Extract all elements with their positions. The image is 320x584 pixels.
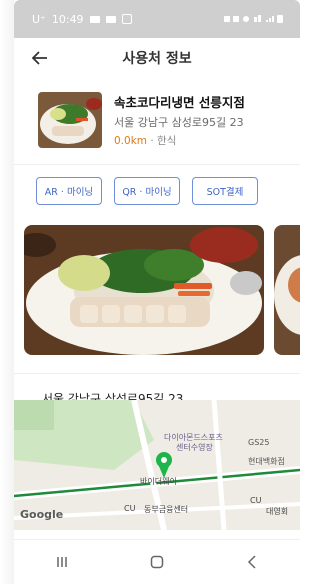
time-label: 10:49 [51,12,84,26]
sot-payment-button[interactable]: SOT결제 [192,177,258,205]
status-bar: U⁺ 10:49 [14,0,300,38]
page-title: 사용처 정보 [122,51,192,67]
arrow-left-icon [32,51,47,65]
app-bar: 사용처 정보 [14,38,300,78]
store-meta: 0.0km · 한식 [114,133,245,148]
map-label: CU [124,504,136,513]
map-label: CU [250,496,262,505]
map-label: 현대백화점 [248,457,285,466]
map-label: 대영회 [266,507,289,516]
store-address: 서울 강남구 삼성로95길 23 [114,116,244,129]
food-photo [24,225,264,355]
recents-button[interactable] [42,547,82,577]
home-button[interactable] [137,547,177,577]
notification-icon [121,14,132,24]
photo-carousel[interactable] [14,205,300,355]
signal-battery-icons [224,15,283,23]
map-label: 동부금융센터 [144,505,189,514]
google-logo: Google [20,508,64,521]
map-view[interactable]: 다이아몬드스포츠 센터수영장 GS25 현대백화점 바이더웨이 CU 동부금융센… [14,400,300,530]
store-category: 한식 [157,135,177,147]
qr-mining-button[interactable]: QR · 마이닝 [114,177,180,205]
food-photo-next [274,225,300,355]
chevron-left-icon [248,555,256,569]
store-name: 속초코다리냉면 선릉지점 [114,95,245,110]
video-icon [105,15,116,23]
store-card[interactable]: 속초코다리냉면 선릉지점 서울 강남구 삼성로95길 23 0.0km · 한식 [14,78,300,158]
phone-screen: U⁺ 10:49 사용처 정보 속초코다리냉면 선릉지점 서울 강남구 삼성로9… [14,0,300,584]
back-nav-button[interactable] [232,547,272,577]
carrier-label: U⁺ [32,12,46,26]
left-edge-shadow [0,0,14,584]
status-left: U⁺ 10:49 [32,13,132,26]
home-icon [150,555,164,569]
ar-mining-button[interactable]: AR · 마이닝 [36,177,102,205]
map-label: 바이더웨이 [140,477,177,486]
recents-icon [56,557,67,567]
gallery-icon [89,15,100,23]
status-right [224,14,284,24]
system-nav-bar [14,539,300,584]
back-button[interactable] [28,46,52,70]
store-info: 속초코다리냉면 선릉지점 서울 강남구 삼성로95길 23 0.0km · 한식 [114,92,245,148]
store-thumbnail [38,92,102,148]
action-buttons: AR · 마이닝 QR · 마이닝 SOT결제 [14,165,300,205]
map-label: GS25 [248,438,270,447]
store-distance: 0.0km [114,135,148,147]
map-label: 센터수영장 [176,443,213,452]
meta-separator: · [150,135,154,147]
